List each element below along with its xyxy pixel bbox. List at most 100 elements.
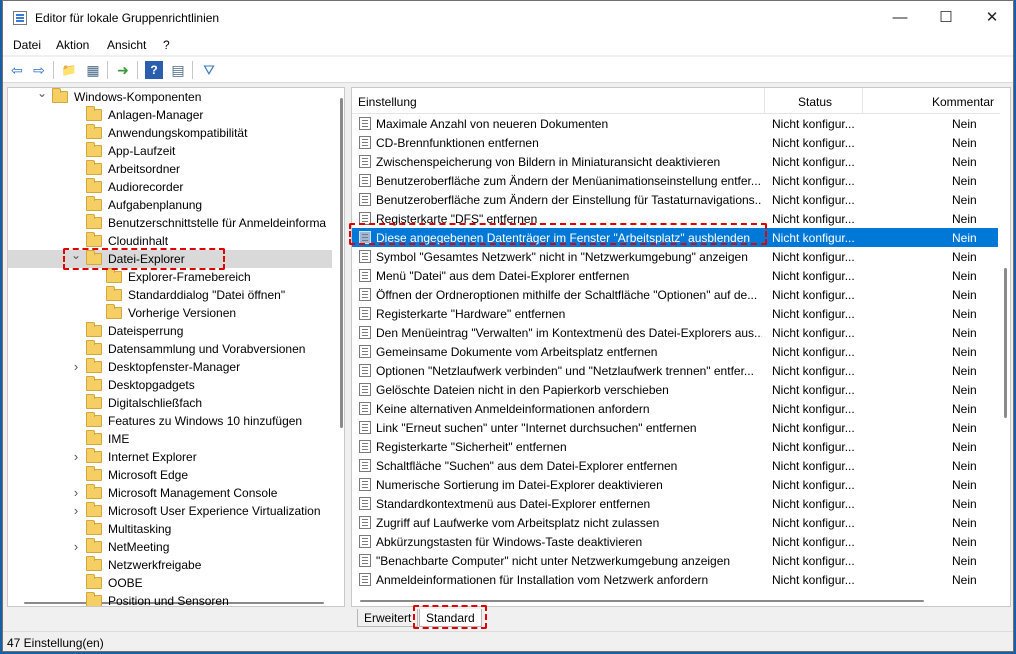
tree-scroll-thumb[interactable] (340, 98, 343, 428)
tree-item[interactable]: Dateisperrung (8, 322, 332, 340)
menu-help[interactable]: ? (163, 38, 170, 52)
tab-erweitert[interactable]: Erweitert (357, 609, 419, 627)
tree-item[interactable]: Benutzerschnittstelle für Anmeldeinforma (8, 214, 332, 232)
tree-item[interactable]: App-Laufzeit (8, 142, 332, 160)
chevron-down-icon[interactable]: ⌄ (70, 248, 82, 262)
tree-item[interactable]: Anlagen-Manager (8, 106, 332, 124)
forward-arrow-icon[interactable]: ⇨ (30, 61, 48, 79)
column-header-comment[interactable]: Kommentar (932, 95, 994, 109)
setting-row[interactable]: Abkürzungstasten für Windows-Taste deakt… (352, 532, 998, 551)
setting-row[interactable]: Benutzeroberfläche zum Ändern der Einste… (352, 190, 998, 209)
setting-row[interactable]: Registerkarte "DFS" entfernen Nicht konfi… (352, 209, 998, 228)
settings-list[interactable]: Einstellung Status Kommentar Maximale An… (351, 87, 1011, 607)
help-icon[interactable]: ? (145, 61, 163, 79)
column-header-setting[interactable]: Einstellung (358, 95, 417, 109)
folder-up-icon[interactable]: 📁 (60, 61, 78, 79)
setting-row[interactable]: Menü "Datei" aus dem Datei-Explorer entf… (352, 266, 998, 285)
setting-row[interactable]: Keine alternativen Anmeldeinformationen … (352, 399, 998, 418)
tree-item[interactable]: › Desktopfenster-Manager (8, 358, 332, 376)
setting-name: Registerkarte "Sicherheit" entfernen (376, 440, 567, 454)
tab-standard[interactable]: Standard (419, 609, 482, 627)
list-hscroll-thumb[interactable] (360, 600, 924, 602)
setting-row[interactable]: Registerkarte "Sicherheit" entfernen Nich… (352, 437, 998, 456)
setting-name: Maximale Anzahl von neueren Dokumenten (376, 117, 609, 131)
tree-item[interactable]: › Microsoft User Experience Virtualizatio… (8, 502, 332, 520)
list-horizontal-scrollbar[interactable] (352, 596, 1002, 604)
policy-setting-icon (359, 440, 371, 453)
tree-item[interactable]: Aufgabenplanung (8, 196, 332, 214)
setting-row[interactable]: Gelöschte Dateien nicht in den Papierkor… (352, 380, 998, 399)
tree-item[interactable]: Netzwerkfreigabe (8, 556, 332, 574)
tree-item[interactable]: Position und Sensoren (8, 592, 332, 606)
tree-item[interactable]: ⌄ Datei-Explorer (8, 248, 332, 268)
chevron-right-icon[interactable]: › (70, 359, 82, 374)
chevron-right-icon[interactable]: › (70, 485, 82, 500)
setting-row[interactable]: Link "Erneut suchen" unter "Internet dur… (352, 418, 998, 437)
setting-row[interactable]: Benutzeroberfläche zum Ändern der Menüan… (352, 171, 998, 190)
setting-row[interactable]: Gemeinsame Dokumente vom Arbeitsplatz en… (352, 342, 998, 361)
back-arrow-icon[interactable]: ⇦ (8, 61, 26, 79)
tree-item[interactable]: Vorherige Versionen (8, 304, 332, 322)
tree-item[interactable]: › Microsoft Management Console (8, 484, 332, 502)
menu-ansicht[interactable]: Ansicht (107, 38, 146, 52)
tree-item[interactable]: OOBE (8, 574, 332, 592)
setting-row[interactable]: Schaltfläche "Suchen" aus dem Datei-Expl… (352, 456, 998, 475)
setting-row[interactable]: Zugriff auf Laufwerke vom Arbeitsplatz n… (352, 513, 998, 532)
setting-status: Nicht konfigur... (772, 478, 855, 492)
chevron-right-icon[interactable]: › (70, 449, 82, 464)
properties-icon[interactable]: ▤ (169, 61, 187, 79)
setting-row[interactable]: Diese angegebenen Datenträger im Fenster… (352, 228, 998, 247)
tree-item[interactable]: Arbeitsordner (8, 160, 332, 178)
list-vertical-scrollbar[interactable] (1002, 88, 1010, 606)
setting-row[interactable]: Registerkarte "Hardware" entfernen Nicht … (352, 304, 998, 323)
setting-row[interactable]: "Benachbarte Computer" nicht unter Netzw… (352, 551, 998, 570)
tree-item[interactable]: › Internet Explorer (8, 448, 332, 466)
tree-item-label: Anwendungskompatibilität (108, 126, 248, 140)
setting-row[interactable]: Den Menüeintrag "Verwalten" im Kontextme… (352, 323, 998, 342)
tree-item[interactable]: Standarddialog "Datei öffnen" (8, 286, 332, 304)
setting-name: Diese angegebenen Datenträger im Fenster… (376, 231, 751, 245)
maximize-button[interactable]: ☐ (923, 1, 969, 35)
tree-item[interactable]: ⌄ Windows-Komponenten (8, 88, 332, 106)
setting-name: Öffnen der Ordneroptionen mithilfe der S… (376, 288, 758, 302)
tree-item[interactable]: Cloudinhalt (8, 232, 332, 250)
setting-row[interactable]: Öffnen der Ordneroptionen mithilfe der S… (352, 285, 998, 304)
column-divider[interactable] (764, 88, 765, 114)
show-tree-icon[interactable]: ▦ (84, 61, 102, 79)
setting-row[interactable]: Anmeldeinformationen für Installation vo… (352, 570, 998, 589)
menu-aktion[interactable]: Aktion (56, 38, 89, 52)
menu-datei[interactable]: Datei (13, 38, 41, 52)
filter-icon[interactable]: ⛛ (200, 61, 218, 79)
tree-item[interactable]: IME (8, 430, 332, 448)
setting-row[interactable]: CD-Brennfunktionen entfernen Nicht konfig… (352, 133, 998, 152)
tree-item[interactable]: Digitalschließfach (8, 394, 332, 412)
tree-item[interactable]: Multitasking (8, 520, 332, 538)
tree-vertical-scrollbar[interactable] (338, 88, 344, 606)
tree-item[interactable]: Features zu Windows 10 hinzufügen (8, 412, 332, 430)
column-header-status[interactable]: Status (798, 95, 832, 109)
list-scroll-thumb[interactable] (1004, 268, 1007, 418)
close-button[interactable]: ✕ (969, 1, 1013, 35)
tree-item[interactable]: › NetMeeting (8, 538, 332, 556)
tree-item[interactable]: Datensammlung und Vorabversionen (8, 340, 332, 358)
folder-icon (86, 196, 102, 211)
setting-row[interactable]: Zwischenspeicherung von Bildern in Minia… (352, 152, 998, 171)
minimize-button[interactable]: — (877, 1, 923, 35)
chevron-down-icon[interactable]: ⌄ (36, 88, 48, 100)
setting-name: Registerkarte "DFS" entfernen (376, 212, 538, 226)
setting-row[interactable]: Standardkontextmenü aus Datei-Explorer e… (352, 494, 998, 513)
column-divider[interactable] (862, 88, 863, 114)
setting-row[interactable]: Symbol "Gesamtes Netzwerk" nicht in "Net… (352, 247, 998, 266)
policy-tree[interactable]: ⌄ Windows-Komponenten Anlagen-Manager Anwen… (7, 87, 345, 607)
chevron-right-icon[interactable]: › (70, 539, 82, 554)
tree-item[interactable]: Anwendungskompatibilität (8, 124, 332, 142)
tree-item[interactable]: Audiorecorder (8, 178, 332, 196)
export-list-icon[interactable]: ➜ (114, 61, 132, 79)
tree-item[interactable]: Microsoft Edge (8, 466, 332, 484)
chevron-right-icon[interactable]: › (70, 503, 82, 518)
tree-item[interactable]: Desktopgadgets (8, 376, 332, 394)
setting-row[interactable]: Optionen "Netzlaufwerk verbinden" und "N… (352, 361, 998, 380)
tree-item[interactable]: Explorer-Framebereich (8, 268, 332, 286)
setting-row[interactable]: Maximale Anzahl von neueren Dokumenten Ni… (352, 114, 998, 133)
setting-row[interactable]: Numerische Sortierung im Datei-Explorer … (352, 475, 998, 494)
